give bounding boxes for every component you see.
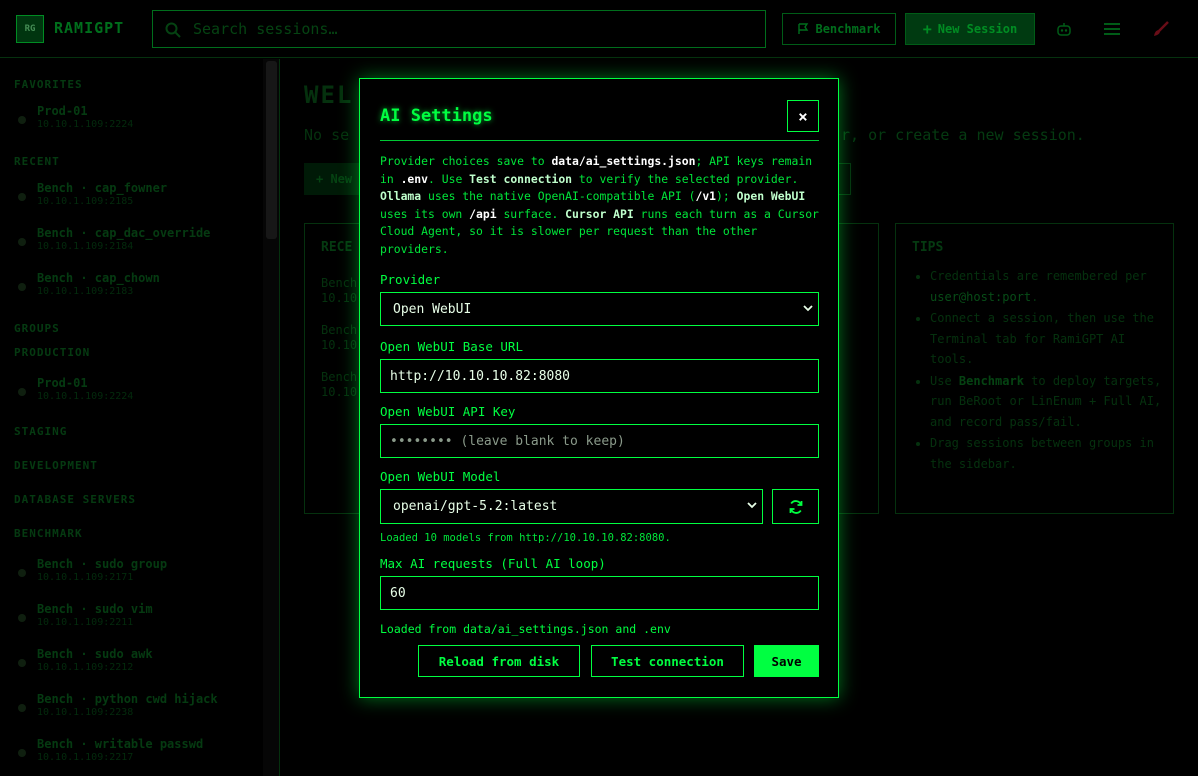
desc-code: /api	[469, 206, 497, 221]
desc-code: .env	[400, 171, 429, 186]
desc-text: surface.	[496, 206, 566, 221]
refresh-icon	[789, 499, 802, 514]
desc-bold: Test connection	[469, 171, 573, 186]
api-key-placeholder: •••••••• (leave blank to keep)	[390, 433, 625, 449]
desc-text: );	[716, 189, 737, 204]
close-button[interactable]: ×	[787, 100, 819, 132]
desc-code: /v1	[695, 189, 717, 204]
desc-text: Provider choices save to	[380, 154, 552, 168]
provider-label: Provider	[380, 272, 441, 287]
settings-source-status: Loaded from data/ai_settings.json and .e…	[380, 622, 671, 636]
max-requests-label: Max AI requests (Full AI loop)	[380, 556, 606, 571]
desc-text: . Use	[428, 171, 470, 186]
provider-select[interactable]: Open WebUI	[380, 292, 819, 326]
model-value: openai/gpt-5.2:latest	[393, 499, 558, 514]
test-connection-button[interactable]: Test connection	[591, 645, 744, 677]
desc-text: to verify the selected provider.	[572, 171, 799, 186]
max-requests-value: 60	[390, 585, 406, 601]
base-url-value: http://10.10.10.82:8080	[390, 368, 571, 384]
desc-bold: Open WebUI	[736, 189, 806, 204]
test-label: Test connection	[611, 653, 724, 669]
api-key-input[interactable]: •••••••• (leave blank to keep)	[380, 424, 819, 458]
models-loaded-status: Loaded 10 models from http://10.10.10.82…	[380, 532, 671, 544]
base-url-label: Open WebUI Base URL	[380, 339, 523, 354]
api-key-label: Open WebUI API Key	[380, 404, 516, 419]
desc-text: uses the native OpenAI-compatible API (	[421, 189, 696, 204]
desc-bold: Ollama	[380, 189, 422, 204]
save-label: Save	[771, 653, 802, 669]
modal-title: AI Settings	[380, 106, 493, 126]
desc-text: uses its own	[380, 206, 470, 221]
close-icon: ×	[798, 106, 808, 126]
chevron-down-icon	[803, 305, 813, 312]
modal-description: Provider choices save to data/ai_setting…	[380, 153, 820, 259]
save-button[interactable]: Save	[754, 645, 819, 677]
desc-bold: Cursor API	[565, 206, 634, 221]
max-requests-input[interactable]: 60	[380, 576, 819, 610]
model-select[interactable]: openai/gpt-5.2:latest	[380, 489, 763, 524]
chevron-down-icon	[747, 502, 757, 509]
base-url-input[interactable]: http://10.10.10.82:8080	[380, 359, 819, 393]
refresh-models-button[interactable]	[772, 489, 819, 524]
desc-code: data/ai_settings.json	[551, 154, 696, 168]
model-label: Open WebUI Model	[380, 469, 501, 484]
reload-from-disk-button[interactable]: Reload from disk	[418, 645, 580, 677]
provider-value: Open WebUI	[393, 301, 472, 317]
reload-label: Reload from disk	[438, 653, 560, 669]
modal-divider	[380, 140, 819, 141]
ai-settings-modal: AI Settings × Provider choices save to d…	[359, 78, 839, 698]
